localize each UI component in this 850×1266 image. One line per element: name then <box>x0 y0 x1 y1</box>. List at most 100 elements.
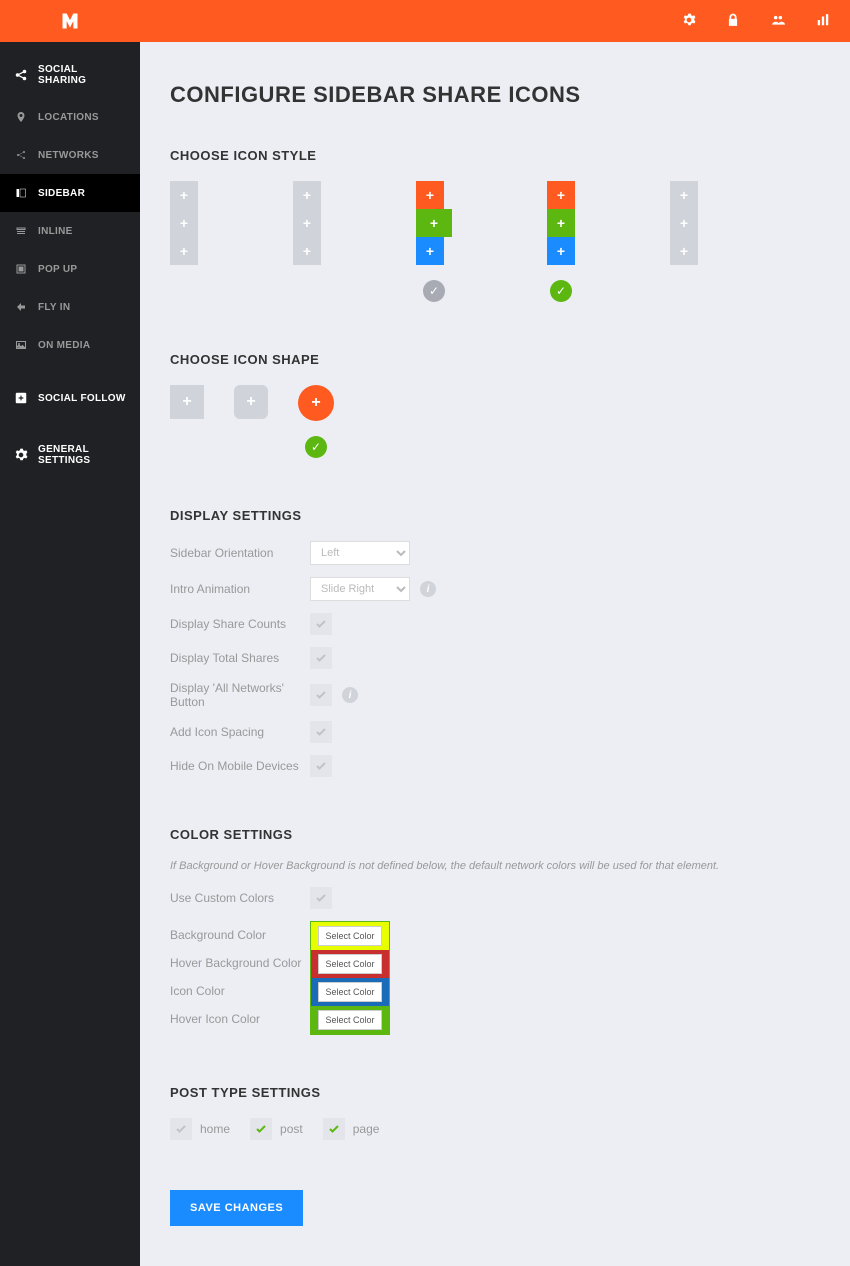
hover-icon-color-swatch[interactable]: Select Color <box>311 1006 389 1034</box>
sidebar-item-inline[interactable]: INLINE <box>0 212 140 250</box>
sidebar-item-flyin[interactable]: FLY IN <box>0 288 140 326</box>
bg-color-swatch[interactable]: Select Color <box>311 922 389 950</box>
total-shares-checkbox[interactable] <box>310 647 332 669</box>
field-label: Use Custom Colors <box>170 891 310 905</box>
home-checkbox[interactable] <box>170 1118 192 1140</box>
sidebar-item-popup[interactable]: POP UP <box>0 250 140 288</box>
lock-icon[interactable] <box>726 13 740 30</box>
pin-icon <box>14 110 28 124</box>
field-label: Hover Icon Color <box>170 1005 310 1033</box>
field-label: Add Icon Spacing <box>170 725 310 739</box>
field-label: Intro Animation <box>170 582 310 596</box>
icon-style-option-1[interactable]: +++ <box>170 181 198 302</box>
post-type-section: POST TYPE SETTINGS home post page <box>170 1085 820 1140</box>
share-counts-checkbox[interactable] <box>310 613 332 635</box>
icon-color-swatch[interactable]: Select Color <box>311 978 389 1006</box>
sidebar-item-general-settings[interactable]: GENERAL SETTINGS <box>0 432 140 478</box>
color-settings-section: COLOR SETTINGS If Background or Hover Ba… <box>170 827 820 1035</box>
media-icon <box>14 338 28 352</box>
sidebar-item-networks[interactable]: NETWORKS <box>0 136 140 174</box>
sidebar-label: ON MEDIA <box>38 340 90 351</box>
field-label: Hover Background Color <box>170 949 310 977</box>
field-label: Display Total Shares <box>170 651 310 665</box>
icon-shape-section: CHOOSE ICON SHAPE + + + ✓ <box>170 352 820 458</box>
sidebar-icon <box>14 186 28 200</box>
share-icon <box>14 68 28 82</box>
main-content: CONFIGURE SIDEBAR SHARE ICONS CHOOSE ICO… <box>140 42 850 1266</box>
sidebar-label: LOCATIONS <box>38 112 99 123</box>
field-label: Hide On Mobile Devices <box>170 759 310 773</box>
field-label: Icon Color <box>170 977 310 1005</box>
stats-icon[interactable] <box>816 13 830 30</box>
sidebar-item-social-follow[interactable]: SOCIAL FOLLOW <box>0 379 140 417</box>
animation-select[interactable]: Slide Right <box>310 577 410 601</box>
info-icon[interactable]: i <box>342 687 358 703</box>
checkbox-label: home <box>200 1122 230 1136</box>
sidebar-label: SOCIAL FOLLOW <box>38 393 126 404</box>
sidebar-label: SIDEBAR <box>38 188 85 199</box>
page-title: CONFIGURE SIDEBAR SHARE ICONS <box>170 82 820 108</box>
icon-shape-rounded[interactable]: + <box>234 385 268 419</box>
sidebar-label: POP UP <box>38 264 77 275</box>
sidebar-item-locations[interactable]: LOCATIONS <box>0 98 140 136</box>
icon-style-option-4[interactable]: +++ ✓ <box>547 181 575 302</box>
sidebar-label: INLINE <box>38 226 73 237</box>
select-color-button[interactable]: Select Color <box>318 954 381 974</box>
display-settings-section: DISPLAY SETTINGS Sidebar Orientation Lef… <box>170 508 820 777</box>
sidebar-nav: SOCIAL SHARING LOCATIONS NETWORKS SIDEBA… <box>0 42 140 1266</box>
icon-style-option-5[interactable]: +++ <box>670 181 698 302</box>
check-icon: ✓ <box>423 280 445 302</box>
popup-icon <box>14 262 28 276</box>
checkbox-label: post <box>280 1122 303 1136</box>
color-picker-group: Select Color Select Color Select Color S… <box>310 921 390 1035</box>
icon-shape-square[interactable]: + <box>170 385 204 419</box>
info-icon[interactable]: i <box>420 581 436 597</box>
users-icon[interactable] <box>770 13 786 30</box>
page-checkbox[interactable] <box>323 1118 345 1140</box>
check-icon: ✓ <box>305 436 327 458</box>
orientation-select[interactable]: Left <box>310 541 410 565</box>
icon-spacing-checkbox[interactable] <box>310 721 332 743</box>
inline-icon <box>14 224 28 238</box>
gear-icon[interactable] <box>682 13 696 30</box>
checkbox-label: page <box>353 1122 380 1136</box>
field-label: Display 'All Networks' Button <box>170 681 310 709</box>
sidebar-label: NETWORKS <box>38 150 99 161</box>
sidebar-label: FLY IN <box>38 302 70 313</box>
logo-icon <box>60 11 80 31</box>
hover-bg-color-swatch[interactable]: Select Color <box>311 950 389 978</box>
save-button[interactable]: SAVE CHANGES <box>170 1190 303 1226</box>
icon-style-option-2[interactable]: +++ <box>293 181 321 302</box>
field-label: Background Color <box>170 921 310 949</box>
section-heading: POST TYPE SETTINGS <box>170 1085 820 1100</box>
section-heading: COLOR SETTINGS <box>170 827 820 842</box>
select-color-button[interactable]: Select Color <box>318 982 381 1002</box>
sidebar-item-social-sharing[interactable]: SOCIAL SHARING <box>0 52 140 98</box>
post-checkbox[interactable] <box>250 1118 272 1140</box>
flyin-icon <box>14 300 28 314</box>
section-hint: If Background or Hover Background is not… <box>170 860 820 872</box>
gear-icon <box>14 448 28 462</box>
top-icons <box>682 13 830 30</box>
field-label: Display Share Counts <box>170 617 310 631</box>
network-icon <box>14 148 28 162</box>
sidebar-label: GENERAL SETTINGS <box>38 444 126 466</box>
plus-icon <box>14 391 28 405</box>
field-label: Sidebar Orientation <box>170 546 310 560</box>
icon-style-section: CHOOSE ICON STYLE +++ +++ +++ ✓ +++ ✓ ++… <box>170 148 820 302</box>
section-heading: DISPLAY SETTINGS <box>170 508 820 523</box>
sidebar-item-sidebar[interactable]: SIDEBAR <box>0 174 140 212</box>
icon-style-option-3[interactable]: +++ ✓ <box>416 181 452 302</box>
sidebar-label: SOCIAL SHARING <box>38 64 126 86</box>
all-networks-checkbox[interactable] <box>310 684 332 706</box>
section-heading: CHOOSE ICON SHAPE <box>170 352 820 367</box>
hide-mobile-checkbox[interactable] <box>310 755 332 777</box>
icon-shape-circle[interactable]: + ✓ <box>298 385 334 458</box>
select-color-button[interactable]: Select Color <box>318 926 381 946</box>
check-icon: ✓ <box>550 280 572 302</box>
use-custom-colors-checkbox[interactable] <box>310 887 332 909</box>
sidebar-item-onmedia[interactable]: ON MEDIA <box>0 326 140 364</box>
top-bar <box>0 0 850 42</box>
section-heading: CHOOSE ICON STYLE <box>170 148 820 163</box>
select-color-button[interactable]: Select Color <box>318 1010 381 1030</box>
